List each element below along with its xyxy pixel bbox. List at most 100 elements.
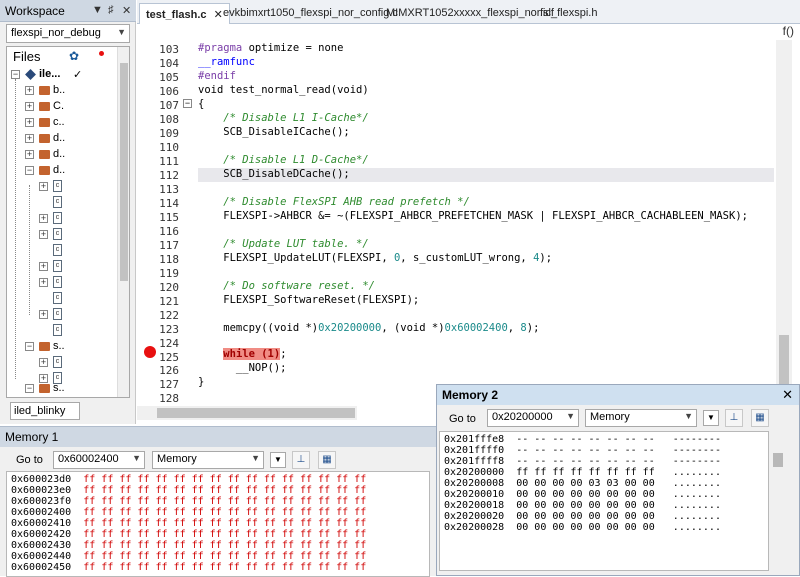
memory-row[interactable]: 0x60002400 ff ff ff ff ff ff ff ff ff ff… [11, 507, 366, 518]
memory1-address-input[interactable]: 0x60002400 ▼ [53, 451, 145, 469]
memory-bytes[interactable]: 00 00 00 00 00 00 00 00 [516, 522, 673, 533]
memory-bytes[interactable]: ff ff ff ff ff ff ff ff ff ff ff ff ff f… [83, 540, 366, 551]
memory-bytes[interactable]: -- -- -- -- -- -- -- -- [516, 456, 673, 467]
tree-scrollbar[interactable] [117, 47, 129, 397]
memory-bytes[interactable]: 00 00 00 00 00 00 00 00 [516, 511, 673, 522]
tree-file[interactable]: + c [7, 307, 119, 323]
memory-row[interactable]: 0x20200028 00 00 00 00 00 00 00 00 .....… [444, 522, 721, 533]
tree-file[interactable]: + c [7, 259, 119, 275]
memory-bytes[interactable]: ff ff ff ff ff ff ff ff ff ff ff ff ff f… [83, 518, 366, 529]
function-navigator-icon[interactable]: f() [783, 24, 794, 38]
memory-row[interactable]: 0x201fffe8 -- -- -- -- -- -- -- -- -----… [444, 434, 721, 445]
tab-flexspi-nor-icf[interactable]: MIMXRT1052xxxxx_flexspi_nor.icf [380, 3, 560, 24]
configuration-select[interactable]: flexspi_nor_debug ▼ [6, 24, 130, 43]
collapse-icon[interactable]: − [25, 166, 34, 175]
dropdown-icon[interactable]: ▼ [92, 4, 103, 16]
memory-row[interactable]: 0x201ffff0 -- -- -- -- -- -- -- -- -----… [444, 445, 721, 456]
memory-row[interactable]: 0x60002450 ff ff ff ff ff ff ff ff ff ff… [11, 562, 366, 573]
collapse-icon[interactable]: − [25, 342, 34, 351]
memory-bytes[interactable]: -- -- -- -- -- -- -- -- [516, 434, 673, 445]
memory-row[interactable]: 0x600023d0 ff ff ff ff ff ff ff ff ff ff… [11, 474, 366, 485]
tree-folder-1[interactable]: + b.. [7, 83, 119, 99]
format-dropdown-button[interactable]: ▼ [703, 410, 719, 426]
expand-icon[interactable]: + [39, 310, 48, 319]
tree-folder-5[interactable]: + d.. [7, 147, 119, 163]
tree-file[interactable]: + c [7, 227, 119, 243]
memory-row[interactable]: 0x600023e0 ff ff ff ff ff ff ff ff ff ff… [11, 485, 366, 496]
expand-icon[interactable]: + [39, 262, 48, 271]
collapse-icon[interactable]: − [11, 70, 20, 79]
project-tab[interactable]: iled_blinky [10, 402, 80, 420]
memory-row[interactable]: 0x201ffff8 -- -- -- -- -- -- -- -- -----… [444, 456, 721, 467]
memory2-grid[interactable]: 0x201fffe8 -- -- -- -- -- -- -- -- -----… [439, 431, 769, 571]
memory-bytes[interactable]: ff ff ff ff ff ff ff ff ff ff ff ff ff f… [83, 507, 366, 518]
expand-icon[interactable]: + [25, 102, 34, 111]
memory-row[interactable]: 0x20200008 00 00 00 00 03 03 00 00 .....… [444, 478, 721, 489]
memory-row[interactable]: 0x60002420 ff ff ff ff ff ff ff ff ff ff… [11, 529, 366, 540]
memory-row[interactable]: 0x60002440 ff ff ff ff ff ff ff ff ff ff… [11, 551, 366, 562]
tree-file[interactable]: c [7, 243, 119, 259]
pin-icon[interactable]: ♯ [108, 4, 114, 16]
expand-icon[interactable]: + [25, 150, 34, 159]
memory-bytes[interactable]: ff ff ff ff ff ff ff ff ff ff ff ff ff f… [83, 529, 366, 540]
memory2-scrollbar[interactable] [770, 431, 786, 571]
memory-row[interactable]: 0x20200000 ff ff ff ff ff ff ff ff .....… [444, 467, 721, 478]
close-icon[interactable]: ✕ [122, 4, 131, 17]
memory-row[interactable]: 0x600023f0 ff ff ff ff ff ff ff ff ff ff… [11, 496, 366, 507]
close-icon[interactable]: ✕ [782, 387, 793, 403]
tree-file[interactable]: c [7, 291, 119, 307]
memory-bytes[interactable]: 00 00 00 00 03 03 00 00 [516, 478, 673, 489]
expand-icon[interactable]: + [39, 230, 48, 239]
memory1-grid[interactable]: 0x600023d0 ff ff ff ff ff ff ff ff ff ff… [6, 471, 430, 577]
memory2-mode-select[interactable]: Memory ▼ [585, 409, 697, 427]
memory-bytes[interactable]: ff ff ff ff ff ff ff ff ff ff ff ff ff f… [83, 474, 366, 485]
expand-icon[interactable]: + [39, 214, 48, 223]
tree-folder-8[interactable]: − s.. [7, 381, 119, 397]
format-dropdown-button[interactable]: ▼ [270, 452, 286, 468]
editor-horizontal-scrollbar[interactable] [137, 406, 357, 420]
fill-memory-icon[interactable]: ⊥ [292, 451, 310, 469]
expand-icon[interactable]: + [39, 278, 48, 287]
memory-row[interactable]: 0x20200020 00 00 00 00 00 00 00 00 .....… [444, 511, 721, 522]
memory2-address-input[interactable]: 0x20200000 ▼ [487, 409, 579, 427]
memory1-mode-select[interactable]: Memory ▼ [152, 451, 264, 469]
tree-file[interactable]: c [7, 195, 119, 211]
breakpoint-icon[interactable] [144, 346, 156, 358]
tree-folder-2[interactable]: + C. [7, 99, 119, 115]
tree-file[interactable]: + c [7, 275, 119, 291]
expand-icon[interactable]: + [39, 358, 48, 367]
collapse-icon[interactable]: − [25, 384, 34, 393]
memory2-scrollbar-thumb[interactable] [773, 453, 783, 467]
memory-row[interactable]: 0x60002430 ff ff ff ff ff ff ff ff ff ff… [11, 540, 366, 551]
tree-folder-7[interactable]: − s.. [7, 339, 119, 355]
memory-bytes[interactable]: 00 00 00 00 00 00 00 00 [516, 489, 673, 500]
tree-root[interactable]: − ile... ✓ [7, 67, 119, 83]
memory-save-icon[interactable]: ▦ [751, 409, 769, 427]
tab-flexspi-nor-config[interactable]: evkbimxrt1050_flexspi_nor_config.c [217, 3, 404, 24]
memory-row[interactable]: 0x60002410 ff ff ff ff ff ff ff ff ff ff… [11, 518, 366, 529]
code-area[interactable]: #pragma optimize = none __ramfunc #endif… [198, 40, 774, 406]
memory-bytes[interactable]: ff ff ff ff ff ff ff ff ff ff ff ff ff f… [83, 562, 366, 573]
fill-memory-icon[interactable]: ⊥ [725, 409, 743, 427]
editor-vertical-scrollbar[interactable] [776, 40, 792, 406]
editor-hscroll-thumb[interactable] [157, 408, 355, 418]
tree-folder-3[interactable]: + c.. [7, 115, 119, 131]
tree-file[interactable]: c [7, 323, 119, 339]
memory-save-icon[interactable]: ▦ [318, 451, 336, 469]
tree-file[interactable]: + c [7, 179, 119, 195]
memory-row[interactable]: 0x20200018 00 00 00 00 00 00 00 00 .....… [444, 500, 721, 511]
fold-collapse-icon[interactable]: − [183, 99, 192, 108]
memory-bytes[interactable]: 00 00 00 00 00 00 00 00 [516, 500, 673, 511]
memory-bytes[interactable]: -- -- -- -- -- -- -- -- [516, 445, 673, 456]
expand-icon[interactable]: + [39, 182, 48, 191]
settings-icon[interactable]: ✿ [69, 49, 79, 63]
tree-file[interactable]: + c [7, 211, 119, 227]
tab-fsl-flexspi-h[interactable]: fsl_flexspi.h [534, 3, 603, 24]
expand-icon[interactable]: + [25, 134, 34, 143]
tree-folder-6[interactable]: − d.. [7, 163, 119, 179]
tree-folder-4[interactable]: + d.. [7, 131, 119, 147]
memory-bytes[interactable]: ff ff ff ff ff ff ff ff ff ff ff ff ff f… [83, 496, 366, 507]
memory-bytes[interactable]: ff ff ff ff ff ff ff ff ff ff ff ff ff f… [83, 485, 366, 496]
expand-icon[interactable]: + [25, 118, 34, 127]
memory-bytes[interactable]: ff ff ff ff ff ff ff ff ff ff ff ff ff f… [83, 551, 366, 562]
